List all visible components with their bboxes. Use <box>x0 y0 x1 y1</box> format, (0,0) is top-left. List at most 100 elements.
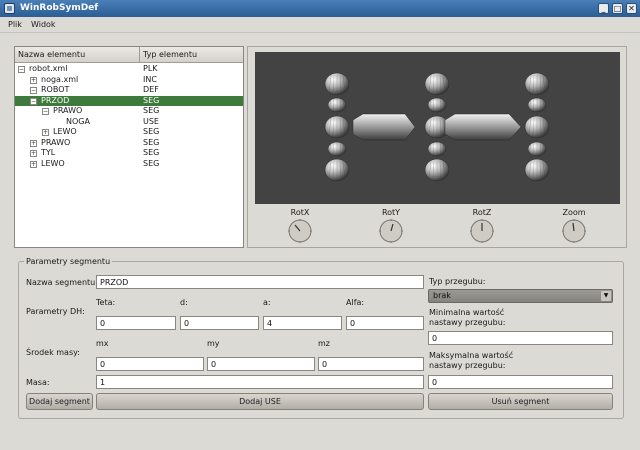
column-header-type[interactable]: Typ elementu <box>143 50 197 59</box>
segment-name-input[interactable] <box>96 275 424 289</box>
tree-row-type: INC <box>143 74 157 84</box>
collapse-icon[interactable]: − <box>30 97 37 105</box>
max-value-label-line2: nastawy przegubu: <box>429 361 506 370</box>
mass-center-mx-input[interactable] <box>96 357 204 371</box>
segment-parameters-title: Parametry segmentu <box>24 257 113 266</box>
tree-header: Nazwa elementu Typ elementu <box>15 47 243 63</box>
menu-plik[interactable]: Plik <box>8 20 22 29</box>
tree-row-name: NOGA <box>66 116 90 126</box>
tree-row[interactable]: NOGA USE <box>15 117 243 127</box>
add-segment-button[interactable]: Dodaj segment <box>26 393 93 410</box>
status-area <box>0 422 640 450</box>
mass-center-mz-input[interactable] <box>318 357 424 371</box>
add-use-button[interactable]: Dodaj USE <box>96 393 424 410</box>
menu-widok[interactable]: Widok <box>31 20 56 29</box>
expand-icon[interactable]: + <box>30 160 37 168</box>
tree-row-name: robot.xml <box>29 64 68 73</box>
dial-zoom[interactable] <box>561 218 587 244</box>
dh-header-a: a: <box>263 298 271 307</box>
tree-row-name: PRAWO <box>53 106 83 115</box>
mass-center-label: Środek masy: <box>26 348 80 357</box>
dial-rotz[interactable] <box>469 218 495 244</box>
tree-row-type: SEG <box>143 137 160 147</box>
dh-header-d: d: <box>180 298 188 307</box>
dial-label-zoom: Zoom <box>562 208 586 217</box>
dial-label-rotz: RotZ <box>472 208 492 217</box>
tree-row-type: SEG <box>143 95 160 105</box>
close-button[interactable]: ✕ <box>626 3 637 14</box>
collapse-icon[interactable]: − <box>30 87 37 94</box>
dh-label: Parametry DH: <box>26 307 85 316</box>
robot-render <box>324 72 550 182</box>
tree-row[interactable]: + LEWO SEG <box>15 127 243 137</box>
joint-type-value: brak <box>433 291 451 300</box>
chevron-down-icon: ▼ <box>601 291 611 301</box>
maximize-button[interactable]: □ <box>612 3 623 14</box>
collapse-icon[interactable]: − <box>42 108 49 115</box>
connector-left <box>352 113 416 141</box>
tree-row[interactable]: + TYL SEG <box>15 148 243 158</box>
tree-row[interactable]: − ROBOT DEF <box>15 85 243 95</box>
mass-center-header-mx: mx <box>96 339 109 348</box>
expand-icon[interactable]: + <box>30 76 37 84</box>
dial-roty[interactable] <box>378 218 404 244</box>
connector-right <box>444 113 522 141</box>
mass-center-header-mz: mz <box>318 339 330 348</box>
expand-icon[interactable]: + <box>30 139 37 147</box>
column-divider[interactable] <box>139 47 140 63</box>
element-tree[interactable]: Nazwa elementu Typ elementu − robot.xml PL… <box>14 46 244 248</box>
tree-row[interactable]: − robot.xml PLK <box>15 64 243 74</box>
tree-row-name: TYL <box>41 148 56 157</box>
tree-row-type: SEG <box>143 158 160 168</box>
tree-row-type: SEG <box>143 148 160 157</box>
tree-row-name: ROBOT <box>41 85 70 94</box>
tree-row[interactable]: + noga.xml INC <box>15 75 243 85</box>
min-value-label-line2: nastawy przegubu: <box>429 318 506 327</box>
dh-d-input[interactable] <box>180 316 259 330</box>
mass-label: Masa: <box>26 378 50 387</box>
app-icon <box>4 3 15 14</box>
tree-row-type: PLK <box>143 64 158 73</box>
dial-rotx[interactable] <box>287 218 313 244</box>
tree-row-name: LEWO <box>53 127 77 136</box>
tree-row-type: DEF <box>143 85 159 94</box>
mass-center-header-my: my <box>207 339 220 348</box>
tree-row-name: PRAWO <box>41 137 71 147</box>
min-value-label-line1: Minimalna wartość <box>429 308 505 317</box>
menu-bar: Plik Widok <box>0 17 640 33</box>
max-value-input[interactable] <box>428 375 613 389</box>
segment-name-label: Nazwa segmentu: <box>26 278 98 287</box>
column-header-name[interactable]: Nazwa elementu <box>18 50 85 59</box>
collapse-icon[interactable]: − <box>18 66 25 73</box>
tree-row-name: noga.xml <box>41 74 79 84</box>
tree-row-type: SEG <box>143 127 160 136</box>
expand-icon[interactable]: + <box>42 129 49 136</box>
dh-alfa-input[interactable] <box>346 316 424 330</box>
min-value-input[interactable] <box>428 331 613 345</box>
robot-3d-viewport[interactable] <box>255 52 620 204</box>
tree-row[interactable]: + LEWO SEG <box>15 159 243 169</box>
dh-header-teta: Teta: <box>96 298 116 307</box>
dh-a-input[interactable] <box>263 316 342 330</box>
minimize-button[interactable]: _ <box>598 3 609 14</box>
max-value-label-line1: Maksymalna wartość <box>429 351 514 360</box>
title-bar: WinRobSymDef _ □ ✕ <box>0 0 640 17</box>
dh-teta-input[interactable] <box>96 316 176 330</box>
tree-row-name: PRZOD <box>41 95 70 105</box>
window-title: WinRobSymDef <box>20 3 99 13</box>
dial-label-rotx: RotX <box>290 208 310 217</box>
mass-input[interactable] <box>96 375 424 389</box>
mass-center-my-input[interactable] <box>207 357 315 371</box>
remove-segment-button[interactable]: Usuń segment <box>428 393 613 410</box>
dial-label-roty: RotY <box>381 208 401 217</box>
expand-icon[interactable]: + <box>30 150 37 157</box>
tree-row-type: USE <box>143 116 159 126</box>
tree-row[interactable]: − PRAWO SEG <box>15 106 243 116</box>
tree-row-type: SEG <box>143 106 160 115</box>
tree-row-name: LEWO <box>41 158 65 168</box>
joint-type-select[interactable]: brak ▼ <box>428 289 613 303</box>
tree-row[interactable]: + PRAWO SEG <box>15 138 243 148</box>
tree-row[interactable]: − PRZOD SEG <box>15 95 243 106</box>
dh-header-alfa: Alfa: <box>346 298 365 307</box>
joint-type-label: Typ przegubu: <box>429 277 486 286</box>
